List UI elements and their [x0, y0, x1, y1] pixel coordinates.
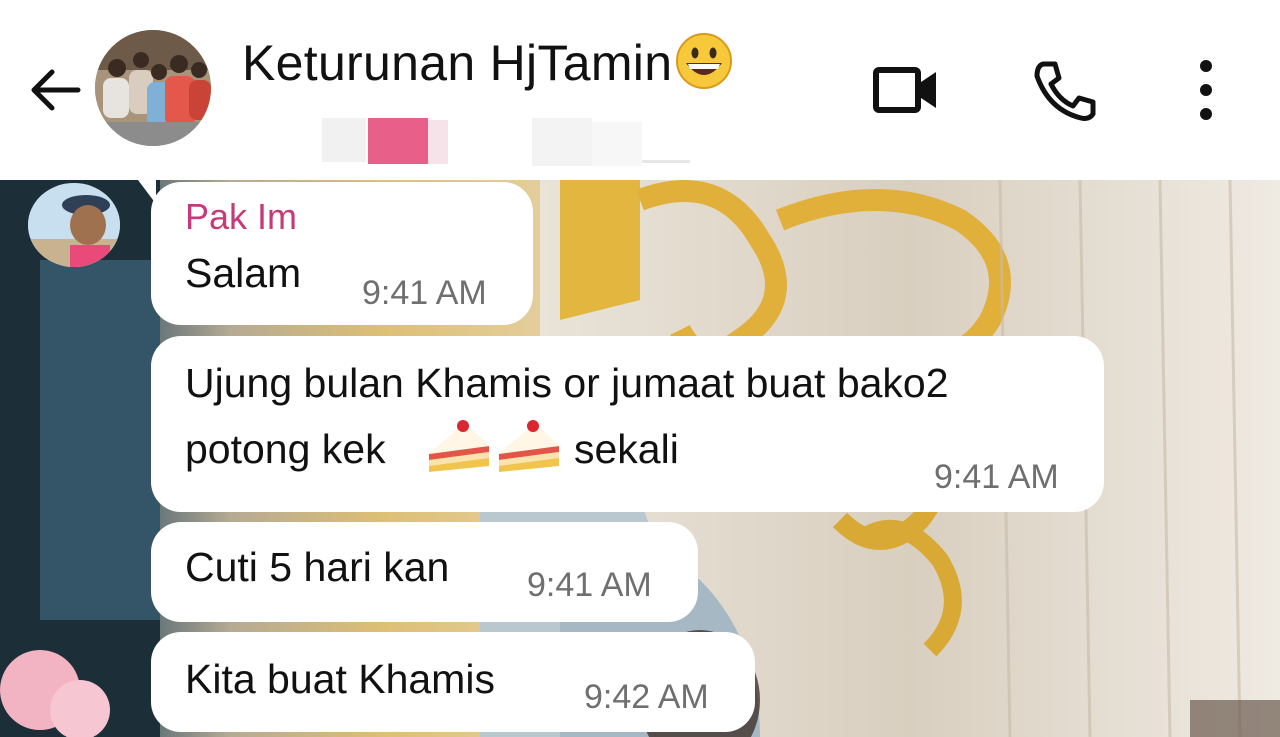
grinning-face-emoji-icon	[676, 33, 733, 89]
video-call-button[interactable]	[868, 58, 944, 122]
message-time: 9:41 AM	[362, 274, 487, 312]
group-photo	[95, 30, 211, 146]
sender-photo	[28, 183, 120, 267]
message-bubble[interactable]: Kita buat Khamis 9:42 AM	[151, 632, 755, 732]
message-time: 9:42 AM	[584, 678, 709, 716]
message-text: Salam	[185, 250, 302, 296]
video-call-icon	[873, 67, 936, 113]
message-time: 9:41 AM	[934, 458, 1059, 496]
sender-name[interactable]: Pak Im	[185, 196, 297, 238]
sender-avatar[interactable]	[28, 183, 120, 267]
shortcake-emoji-icon	[499, 420, 559, 472]
voice-call-icon	[1034, 61, 1096, 121]
message-text: Kita buat Khamis	[185, 656, 495, 702]
chat-title: Keturunan HjTamin	[242, 35, 673, 91]
shortcake-emoji-icon	[429, 420, 489, 472]
more-options-button[interactable]	[1166, 58, 1246, 122]
back-button[interactable]	[24, 62, 84, 118]
voice-call-button[interactable]	[1026, 58, 1102, 122]
message-text: Cuti 5 hari kan	[185, 544, 450, 590]
group-avatar[interactable]	[95, 30, 211, 146]
message-text-line1: Ujung bulan Khamis or jumaat buat bako2	[185, 360, 949, 406]
back-arrow-icon	[31, 69, 81, 111]
message-text-line2b: sekali	[574, 426, 679, 472]
message-bubble[interactable]: Ujung bulan Khamis or jumaat buat bako2 …	[151, 336, 1104, 512]
message-bubble[interactable]: Pak Im Salam 9:41 AM	[151, 182, 533, 325]
message-text-line2a: potong kek	[185, 426, 386, 472]
redacted-participants	[318, 112, 698, 170]
message-time: 9:41 AM	[527, 566, 652, 604]
message-bubble[interactable]: Cuti 5 hari kan 9:41 AM	[151, 522, 698, 622]
chat-header: Keturunan HjTamin	[0, 0, 1280, 180]
chat-title-row[interactable]: Keturunan HjTamin	[242, 28, 734, 98]
more-options-icon	[1200, 60, 1212, 120]
